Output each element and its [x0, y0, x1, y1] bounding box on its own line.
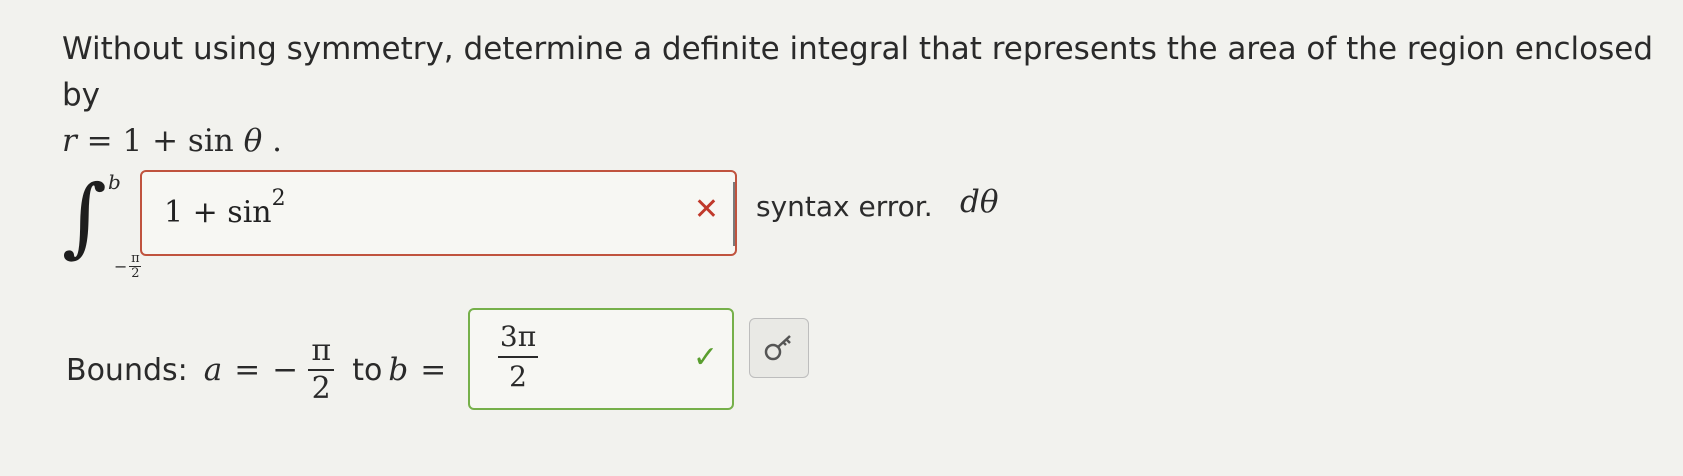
upper-bound-input[interactable]: 3π 2 ✓ [468, 308, 734, 410]
integral-symbol: ∫ b − π 2 [58, 167, 142, 282]
bounds-label: Bounds: [66, 352, 188, 388]
equals-sign: = [234, 352, 261, 388]
lower-bound-label: − π 2 [114, 251, 142, 281]
lower-bound-fraction: π 2 [308, 333, 335, 407]
integrand-input[interactable]: 1 + sin2 ✕ [140, 170, 737, 256]
input-divider [733, 182, 735, 246]
b-equals-sign: = [420, 352, 447, 388]
upper-bound-label: b [108, 170, 121, 194]
polar-equation: r = 1 + sin θ . [62, 123, 282, 159]
key-button[interactable] [749, 318, 809, 378]
syntax-error-message: syntax error. [756, 190, 933, 223]
key-icon [764, 335, 791, 361]
integral-sign: ∫ [62, 167, 107, 267]
question-prompt: Without using symmetry, determine a defi… [62, 31, 1654, 113]
to-text: to [352, 352, 383, 388]
check-mark-icon: ✓ [692, 340, 718, 375]
integrand-value: 1 + sin2 [164, 186, 286, 230]
question-text: Without using symmetry, determine a defi… [62, 26, 1662, 164]
x-mark-icon: ✕ [693, 192, 719, 227]
a-variable: a [203, 352, 223, 388]
upper-bound-value: 3π 2 [498, 320, 538, 393]
differential-label: dθ [960, 184, 999, 220]
b-variable: b [388, 352, 409, 388]
minus-sign: − [272, 352, 299, 388]
bounds-row: Bounds: a = − π 2 to b = [66, 325, 452, 415]
